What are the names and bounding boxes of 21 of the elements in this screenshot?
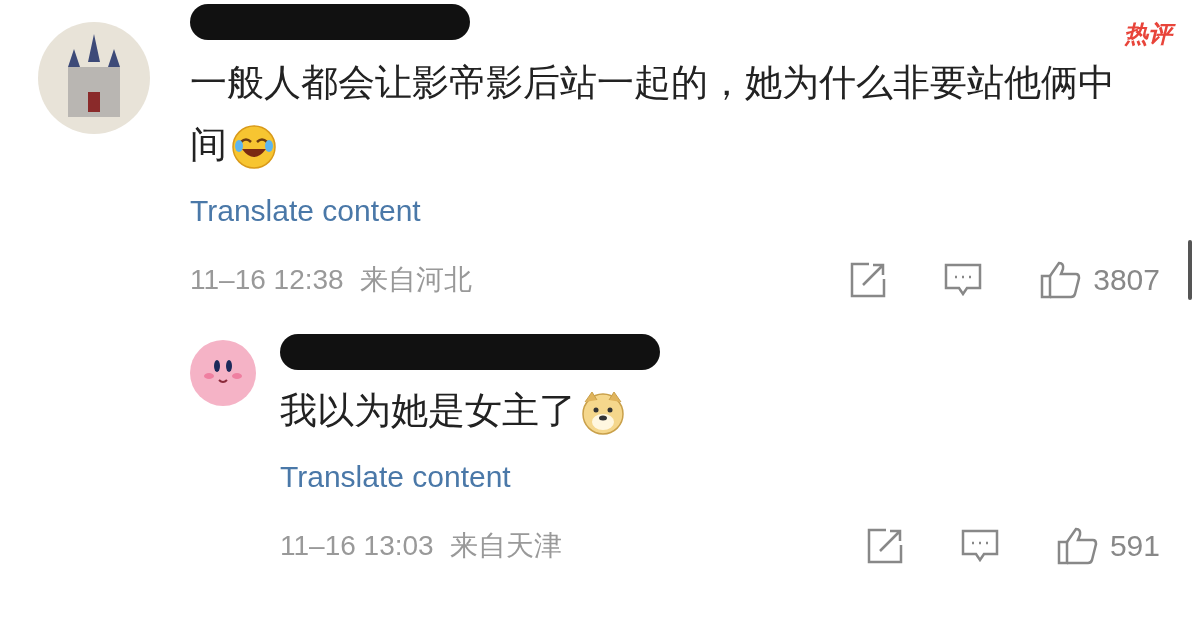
share-icon[interactable] [849, 260, 888, 299]
thumbs-up-icon[interactable] [1039, 259, 1082, 300]
translate-link[interactable]: Translate content [280, 454, 1200, 499]
comment-location: 来自天津 [449, 528, 562, 563]
comment-date: 11–16 13:03 [280, 528, 434, 563]
laughing-emoji-icon [231, 124, 277, 171]
comment-location: 来自河北 [359, 262, 472, 297]
dog-face-emoji-icon [580, 390, 626, 437]
translate-link[interactable]: Translate content [190, 188, 1200, 233]
castle-avatar-icon [38, 22, 150, 134]
like-count: 591 [1109, 528, 1160, 564]
comment-icon[interactable] [943, 261, 984, 298]
comment-date: 11–16 12:38 [190, 262, 344, 297]
share-icon[interactable] [865, 526, 904, 565]
thumbs-up-icon[interactable] [1055, 525, 1098, 566]
comment-icon[interactable] [959, 527, 1000, 564]
scrollbar [1188, 240, 1192, 300]
like-count: 3807 [1093, 262, 1160, 298]
comment-text: 我以为她是女主了 [280, 380, 1200, 442]
comment-text: 一般人都会让影帝影后站一起的，她为什么非要站他俩中间 [190, 52, 1130, 176]
round-character-avatar-icon [190, 340, 256, 406]
